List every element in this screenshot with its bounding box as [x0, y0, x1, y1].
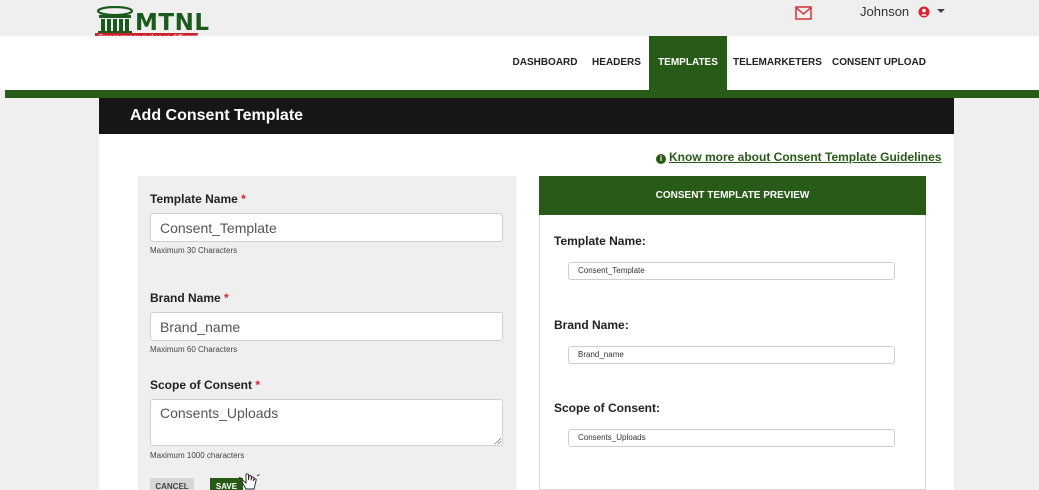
mtnl-logo[interactable]: MTNL Transparency makes us different: [95, 6, 209, 42]
resize-grip-icon[interactable]: [494, 437, 501, 444]
preview-heading: CONSENT TEMPLATE PREVIEW: [539, 176, 926, 215]
nav-consent-upload[interactable]: CONSENT UPLOAD: [832, 36, 926, 90]
top-header: MTNL Transparency makes us different Joh…: [0, 0, 1039, 42]
required-marker: *: [241, 192, 246, 206]
nav-telemarketers[interactable]: TELEMARKETERS: [733, 36, 822, 90]
hand-pointer-icon: [238, 473, 260, 490]
mail-icon[interactable]: [795, 6, 812, 20]
nav-headers[interactable]: HEADERS: [589, 36, 644, 90]
guidelines-link-label: Know more about Consent Template Guideli…: [669, 150, 942, 164]
caret-down-icon[interactable]: [937, 9, 945, 13]
preview-template-name-value: Consent_Template: [568, 262, 895, 280]
user-name[interactable]: Johnson: [860, 4, 909, 19]
info-icon: i: [656, 154, 666, 164]
nav-divider: [5, 90, 1039, 98]
template-name-label: Template Name *: [150, 192, 246, 206]
preview-brand-name-label: Brand Name:: [554, 318, 629, 332]
required-marker: *: [255, 378, 261, 392]
scope-textarea[interactable]: Consents_Uploads: [150, 399, 503, 446]
nav-templates[interactable]: TEMPLATES: [649, 36, 727, 90]
scope-label: Scope of Consent *: [150, 378, 261, 392]
brand-name-input[interactable]: [150, 312, 503, 341]
mtnl-logo-icon: [96, 6, 134, 34]
preview-scope-value: Consents_Uploads: [568, 429, 895, 447]
main-navbar: DASHBOARD HEADERS TEMPLATES TELEMARKETER…: [0, 36, 1039, 90]
preview-scope-label: Scope of Consent:: [554, 401, 661, 415]
template-name-hint: Maximum 30 Characters: [150, 246, 238, 255]
brand-name-hint: Maximum 60 Characters: [150, 345, 238, 354]
preview-brand-name-value: Brand_name: [568, 346, 895, 364]
panel-header: Add Consent Template: [99, 98, 954, 134]
scope-hint: Maximum 1000 characters: [150, 451, 245, 460]
nav-dashboard[interactable]: DASHBOARD: [510, 36, 580, 90]
page-title: Add Consent Template: [130, 107, 304, 124]
preview-template-name-label: Template Name:: [554, 234, 646, 248]
required-marker: *: [224, 291, 229, 305]
brand-name-label: Brand Name *: [150, 291, 229, 305]
user-icon[interactable]: [918, 6, 930, 18]
template-name-input[interactable]: [150, 213, 503, 242]
cancel-button[interactable]: CANCEL: [150, 478, 194, 490]
guidelines-link[interactable]: i Know more about Consent Template Guidel…: [656, 150, 941, 164]
